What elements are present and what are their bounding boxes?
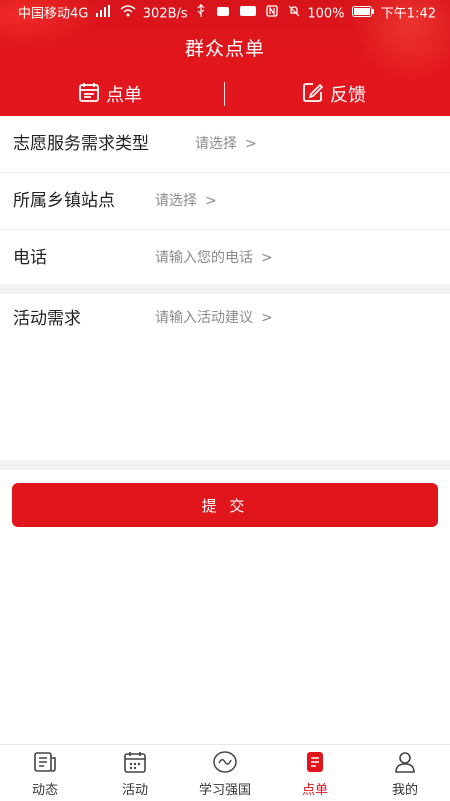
- station-label: 所属乡镇站点: [13, 191, 115, 211]
- usb-icon: [196, 0, 206, 28]
- bottom-nav: 动态 活动 学习强国 点单 我的: [0, 744, 450, 801]
- demand-row[interactable]: 活动需求 请输入活动建议 >: [0, 294, 450, 460]
- nav-item-mine[interactable]: 我的: [360, 745, 450, 801]
- signal-icon: [95, 0, 110, 28]
- hd-icon: [239, 0, 256, 28]
- nav-label: 活动: [121, 783, 148, 798]
- nav-label: 动态: [31, 783, 58, 798]
- mute-icon: [288, 0, 300, 28]
- calendar-icon: [123, 751, 147, 777]
- nav-label: 学习强国: [198, 783, 251, 798]
- order-form: 志愿服务需求类型 请选择 > 所属乡镇站点 请选择 > 电话 请输入您的电话 >: [0, 116, 450, 287]
- xuexi-logo-icon: [212, 751, 238, 777]
- tab-feedback-label: 反馈: [330, 85, 366, 106]
- clock: 下午1:42: [380, 6, 436, 22]
- service-type-label: 志愿服务需求类型: [13, 134, 149, 154]
- service-type-row[interactable]: 志愿服务需求类型 请选择 >: [0, 116, 450, 173]
- service-type-select[interactable]: 请选择 >: [195, 116, 257, 172]
- station-row[interactable]: 所属乡镇站点 请选择 >: [0, 173, 450, 230]
- nav-item-activity[interactable]: 活动: [90, 745, 180, 801]
- submit-button[interactable]: 提 交: [12, 483, 438, 527]
- phone-row[interactable]: 电话 请输入您的电话 >: [0, 230, 450, 287]
- demand-input[interactable]: 请输入活动建议 >: [155, 307, 273, 327]
- tab-order-label: 点单: [106, 85, 142, 106]
- phone-label: 电话: [13, 248, 47, 268]
- nav-item-order[interactable]: 点单: [270, 745, 360, 801]
- section-divider: [0, 284, 450, 294]
- section-divider: [0, 460, 450, 470]
- edit-icon: [302, 81, 330, 108]
- user-icon: [393, 751, 417, 777]
- calendar-icon: [78, 81, 106, 108]
- tab-order[interactable]: 点单: [78, 74, 142, 114]
- chevron-right-icon: >: [205, 193, 217, 209]
- demand-label: 活动需求: [13, 309, 81, 329]
- net-speed: 302B/s: [142, 6, 188, 22]
- tab-feedback[interactable]: 反馈: [302, 74, 366, 114]
- app-notification-icon: [216, 0, 230, 28]
- header-tabs: 点单 反馈: [0, 74, 450, 114]
- carrier-label: 中国移动4G: [18, 6, 89, 22]
- phone-input[interactable]: 请输入您的电话 >: [155, 230, 273, 286]
- app-header: 中国移动4G 302B/s 100% 下午1:42 群众点单 点单 反馈: [0, 0, 450, 116]
- battery-icon: [351, 0, 374, 28]
- order-icon: [304, 751, 326, 777]
- page-title: 群众点单: [184, 38, 265, 60]
- status-bar: 中国移动4G 302B/s 100% 下午1:42: [0, 0, 450, 28]
- nav-item-xuexi[interactable]: 学习强国: [180, 745, 270, 801]
- station-select[interactable]: 请选择 >: [155, 173, 217, 229]
- nfc-icon: [266, 0, 278, 28]
- tab-divider: [224, 82, 225, 106]
- chevron-right-icon: >: [261, 250, 273, 266]
- nav-label: 点单: [301, 783, 328, 798]
- news-icon: [33, 751, 57, 777]
- nav-item-news[interactable]: 动态: [0, 745, 90, 801]
- chevron-right-icon: >: [261, 310, 273, 326]
- battery-percent: 100%: [307, 6, 345, 22]
- chevron-right-icon: >: [245, 136, 257, 152]
- nav-label: 我的: [391, 783, 418, 798]
- wifi-icon: [120, 0, 136, 28]
